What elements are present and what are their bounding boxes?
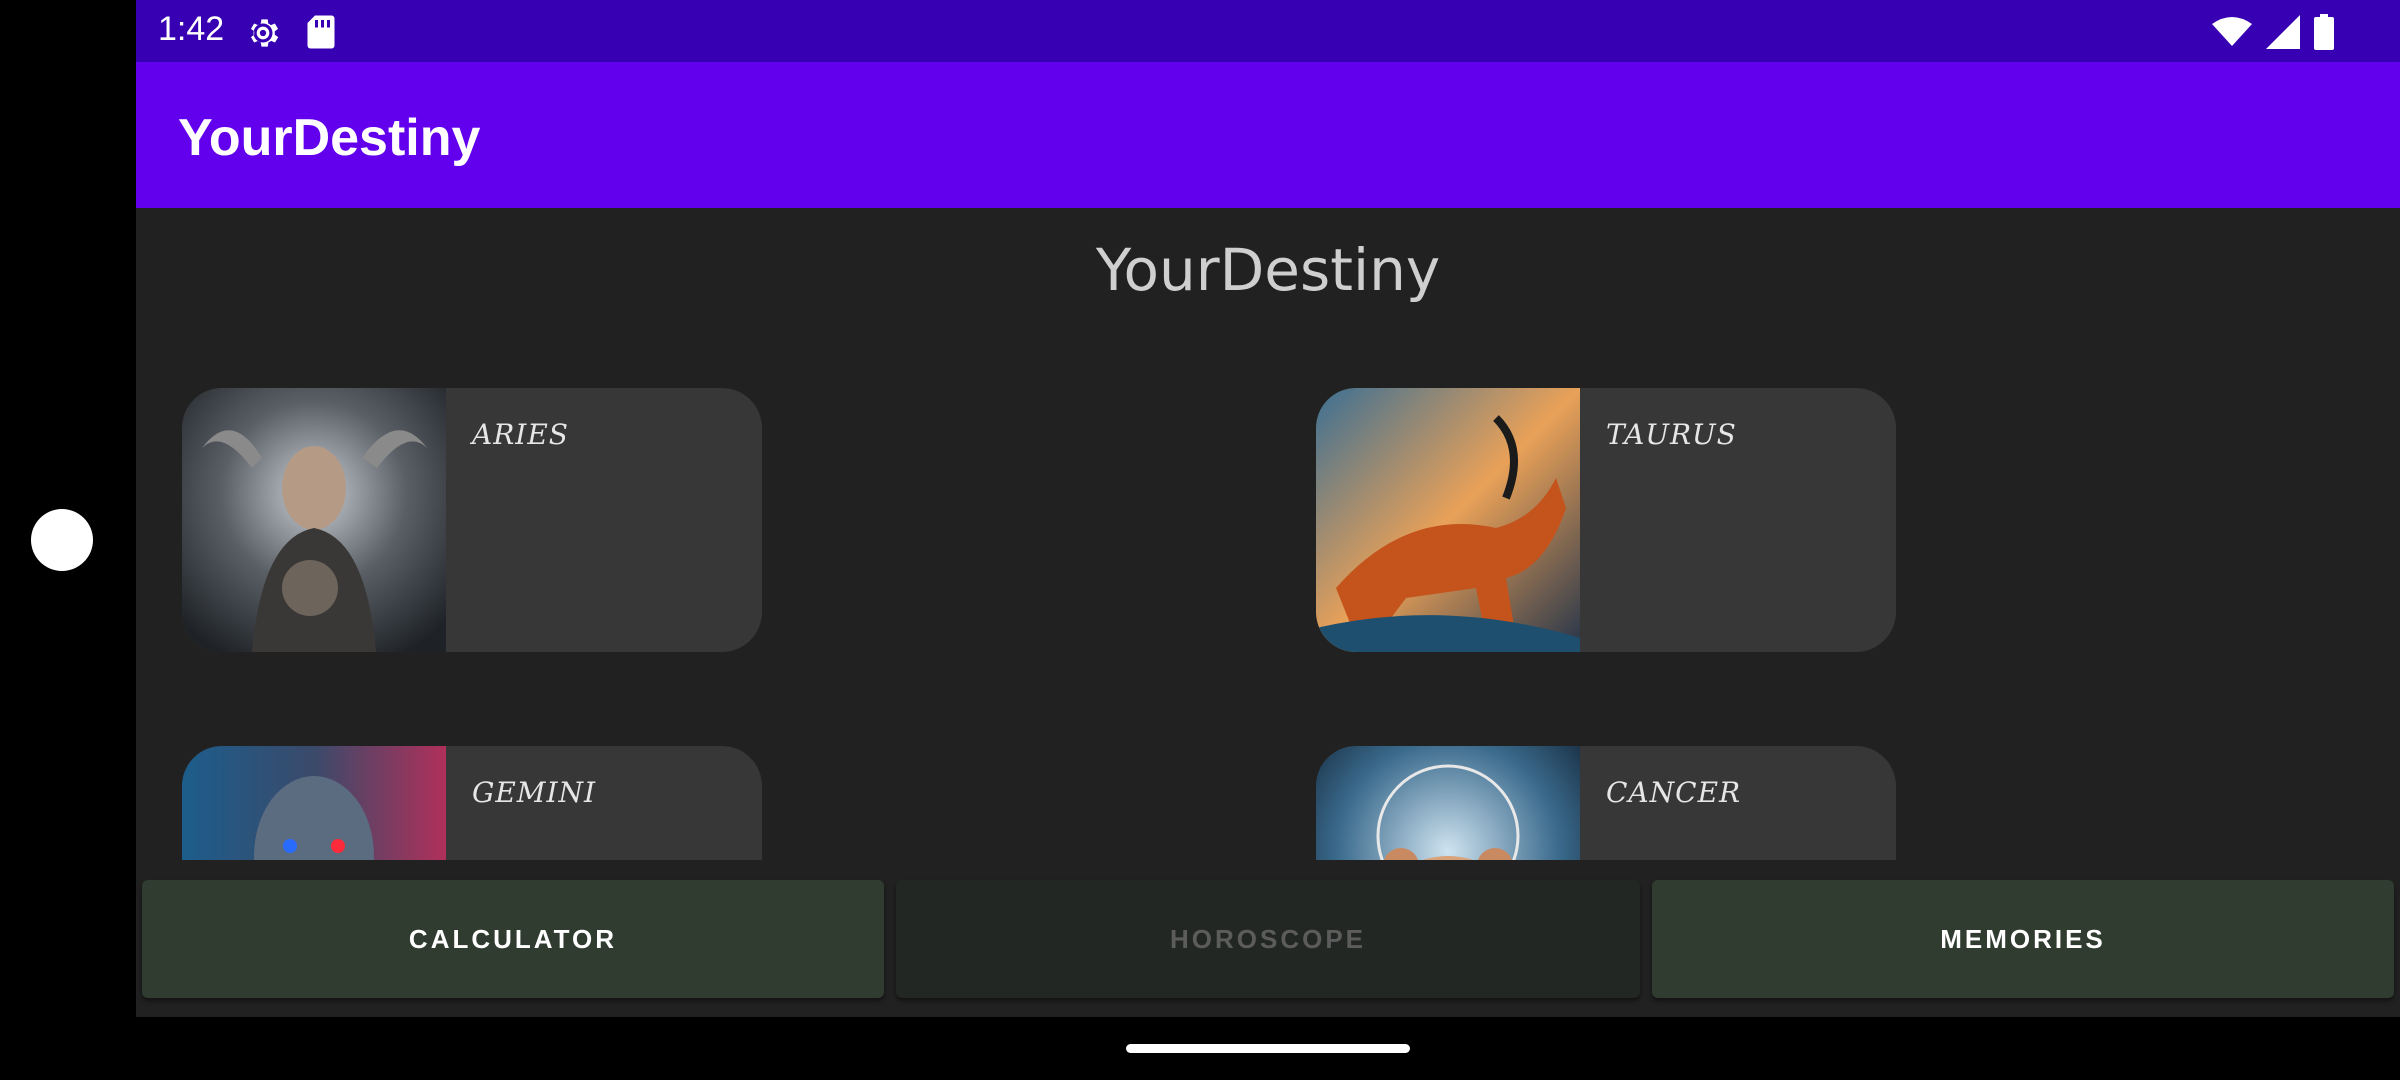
zodiac-grid[interactable]: ARIES TAURUS GEMINI CANCER <box>136 360 2400 860</box>
zodiac-card-aries[interactable]: ARIES <box>182 388 762 652</box>
aries-image <box>182 388 446 652</box>
zodiac-label-gemini: GEMINI <box>472 776 597 809</box>
battery-icon <box>2314 14 2334 50</box>
zodiac-card-taurus[interactable]: TAURUS <box>1316 388 1896 652</box>
zodiac-label-taurus: TAURUS <box>1606 418 1737 451</box>
device-bezel <box>0 0 136 1080</box>
app-bar: YourDestiny <box>136 62 2400 208</box>
sd-card-icon <box>307 15 335 49</box>
camera-cutout <box>31 509 93 571</box>
settings-gear-icon <box>250 19 279 47</box>
gemini-image <box>182 746 446 860</box>
status-right-icons <box>2212 14 2334 50</box>
zodiac-label-cancer: CANCER <box>1606 776 1742 809</box>
horoscope-button[interactable]: HOROSCOPE <box>896 880 1640 998</box>
cancer-image <box>1316 746 1580 860</box>
taurus-image <box>1316 388 1580 652</box>
zodiac-label-aries: ARIES <box>472 418 569 451</box>
status-bar: 1:42 <box>136 0 2400 62</box>
app-bar-title: YourDestiny <box>178 109 481 167</box>
app-screen: 1:42 YourDestiny YourDestiny ARIES TAURU… <box>136 0 2400 1017</box>
status-time: 1:42 <box>158 10 225 48</box>
zodiac-card-cancer[interactable]: CANCER <box>1316 746 1896 860</box>
home-indicator[interactable] <box>1126 1044 1410 1053</box>
wifi-icon <box>2212 17 2252 46</box>
bottom-nav: CALCULATOR HOROSCOPE MEMORIES <box>136 860 2400 1017</box>
zodiac-card-gemini[interactable]: GEMINI <box>182 746 762 860</box>
signal-icon <box>2266 15 2300 49</box>
memories-button[interactable]: MEMORIES <box>1652 880 2394 998</box>
content-title: YourDestiny <box>1095 236 1441 304</box>
calculator-button[interactable]: CALCULATOR <box>142 880 884 998</box>
